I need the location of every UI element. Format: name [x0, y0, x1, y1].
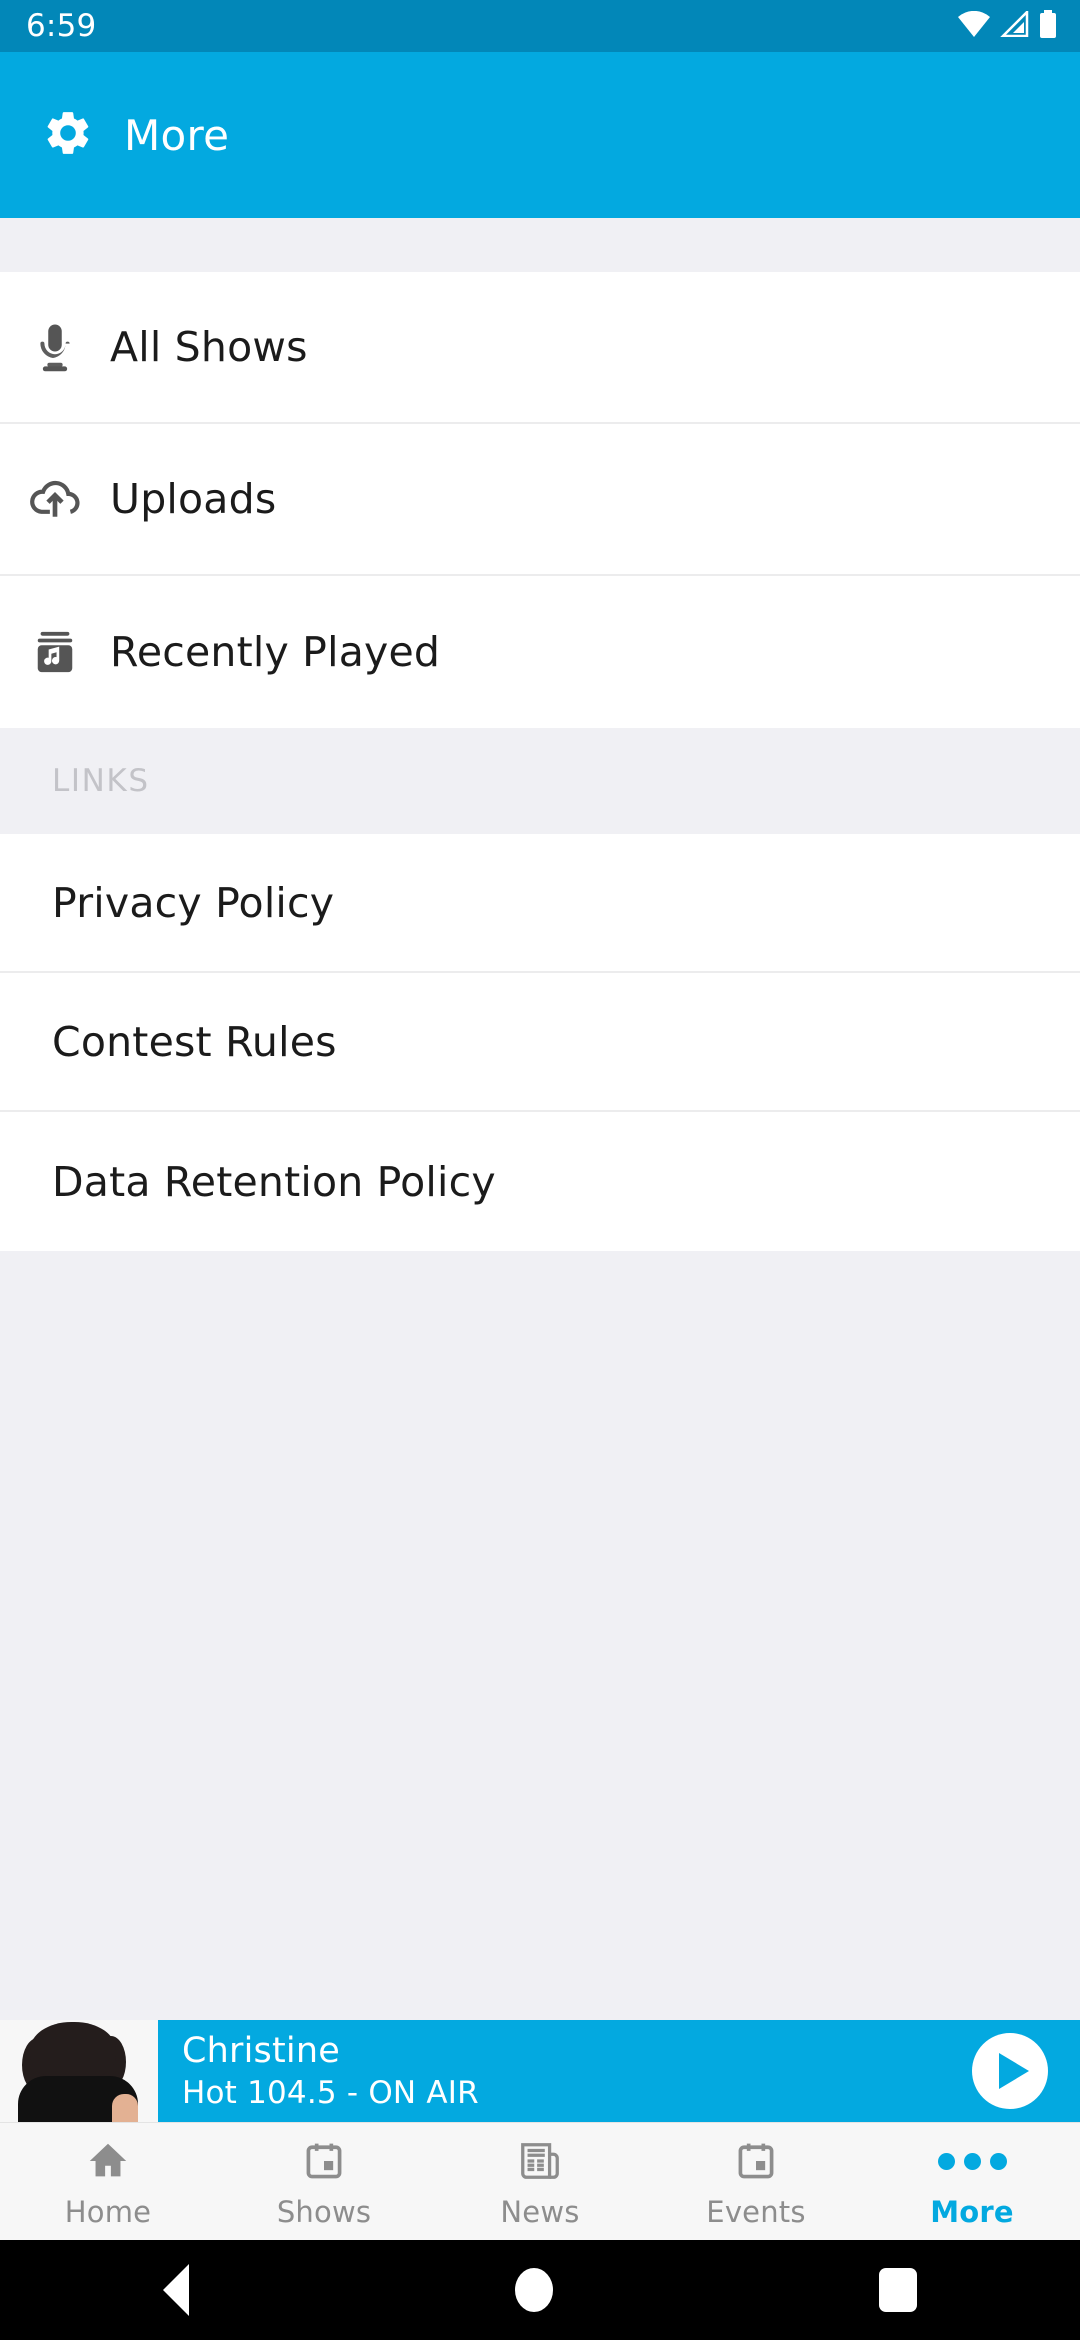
- status-icons: [958, 8, 1058, 42]
- bottom-navigation: Home Shows News Events More: [0, 2122, 1080, 2240]
- status-time: 6:59: [26, 7, 97, 44]
- cloud-upload-icon: [0, 471, 110, 527]
- nav-item-events[interactable]: Events: [648, 2134, 864, 2229]
- now-playing-title: Christine: [182, 2031, 340, 2071]
- gear-icon[interactable]: [42, 107, 94, 163]
- calendar-icon: [734, 2134, 778, 2188]
- now-playing-bar[interactable]: Christine Hot 104.5 - ON AIR: [0, 2020, 1080, 2122]
- links-section-header: LINKS: [0, 728, 1080, 834]
- menu-item-label: All Shows: [110, 323, 308, 371]
- link-privacy-policy[interactable]: Privacy Policy: [0, 834, 1080, 973]
- menu-item-label: Recently Played: [110, 628, 441, 676]
- app-bar: More: [0, 52, 1080, 218]
- play-button[interactable]: [940, 2020, 1080, 2122]
- signal-icon: [999, 8, 1029, 41]
- newspaper-icon: [517, 2134, 563, 2188]
- menu-item-label: Uploads: [110, 475, 277, 523]
- home-icon: [85, 2134, 131, 2188]
- content-area: All Shows Uploads Recently Played LINKS …: [0, 218, 1080, 2020]
- menu-item-uploads[interactable]: Uploads: [0, 424, 1080, 576]
- recents-square-icon[interactable]: [879, 2268, 917, 2312]
- content-filler: [0, 1251, 1080, 2020]
- nav-label: Home: [64, 2195, 152, 2229]
- home-circle-icon[interactable]: [515, 2268, 553, 2312]
- link-label: Data Retention Policy: [52, 1157, 496, 1206]
- nav-item-shows[interactable]: Shows: [216, 2134, 432, 2229]
- library-music-icon: [0, 629, 110, 675]
- nav-item-news[interactable]: News: [432, 2134, 648, 2229]
- links-group: Privacy Policy Contest Rules Data Retent…: [0, 834, 1080, 1251]
- link-label: Privacy Policy: [52, 878, 335, 927]
- nav-label: Shows: [276, 2195, 372, 2229]
- now-playing-info: Christine Hot 104.5 - ON AIR: [158, 2020, 940, 2122]
- back-triangle-icon[interactable]: [163, 2264, 189, 2316]
- section-header-label: LINKS: [52, 763, 150, 799]
- link-contest-rules[interactable]: Contest Rules: [0, 973, 1080, 1112]
- menu-item-all-shows[interactable]: All Shows: [0, 272, 1080, 424]
- microphone-icon: [0, 320, 110, 374]
- link-data-retention-policy[interactable]: Data Retention Policy: [0, 1112, 1080, 1251]
- now-playing-subtitle: Hot 104.5 - ON AIR: [182, 2075, 479, 2111]
- play-icon: [972, 2033, 1048, 2109]
- app-screen: 6:59 More All Shows Uploads Recently Pla…: [0, 0, 1080, 2340]
- top-spacer: [0, 218, 1080, 272]
- nav-label: Events: [706, 2195, 806, 2229]
- android-navigation-bar: [0, 2240, 1080, 2340]
- nav-item-home[interactable]: Home: [0, 2134, 216, 2229]
- calendar-icon: [302, 2134, 346, 2188]
- battery-icon: [1038, 10, 1058, 42]
- page-title: More: [124, 110, 230, 160]
- avatar: [0, 2020, 158, 2122]
- link-label: Contest Rules: [52, 1017, 337, 1066]
- more-dots-icon: [937, 2134, 1007, 2188]
- wifi-icon: [958, 10, 990, 41]
- nav-label: News: [500, 2195, 580, 2229]
- menu-item-recently-played[interactable]: Recently Played: [0, 576, 1080, 728]
- menu-group: All Shows Uploads Recently Played: [0, 272, 1080, 728]
- status-bar: 6:59: [0, 0, 1080, 52]
- nav-item-more[interactable]: More: [864, 2134, 1080, 2229]
- nav-label: More: [930, 2195, 1014, 2229]
